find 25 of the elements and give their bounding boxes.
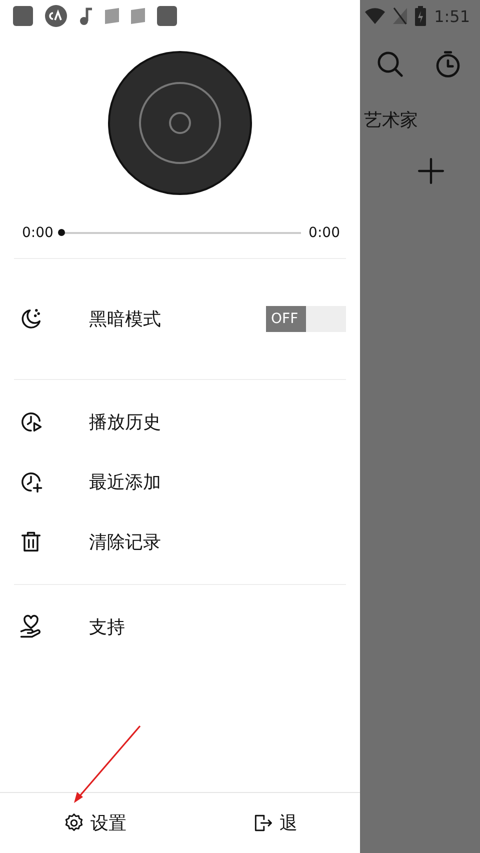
menu-item[interactable]: 支持 — [0, 597, 360, 657]
elapsed-time: 0:00 — [22, 225, 54, 241]
progress-thumb[interactable] — [58, 229, 66, 236]
clock-time: 1:51 — [434, 6, 470, 26]
menu-label: 黑暗模式 — [89, 308, 162, 331]
settings-button[interactable]: 设置 — [58, 807, 130, 839]
dark-mode-toggle[interactable]: OFF — [266, 306, 346, 332]
artist-tab[interactable]: 艺术家 — [364, 108, 480, 132]
timer-icon[interactable] — [434, 50, 462, 78]
exit-button[interactable]: 退 — [248, 807, 302, 839]
wifi-icon — [365, 7, 386, 25]
search-icon[interactable] — [376, 50, 404, 78]
app-notification-icon — [12, 5, 34, 27]
total-time: 0:00 — [308, 225, 340, 241]
album-disc-icon — [107, 50, 253, 196]
no-signal-icon — [393, 7, 408, 25]
menu-item[interactable]: 播放历史 — [0, 392, 360, 452]
app-logo-icon — [44, 4, 68, 28]
battery-charging-icon — [415, 6, 426, 26]
app-notification-icon — [156, 5, 178, 27]
menu-item[interactable]: 最近添加 — [0, 452, 360, 512]
menu-item[interactable]: 清除记录 — [0, 512, 360, 572]
music-note-icon — [78, 5, 94, 27]
add-icon[interactable] — [418, 158, 444, 184]
settings-icon — [62, 812, 84, 834]
